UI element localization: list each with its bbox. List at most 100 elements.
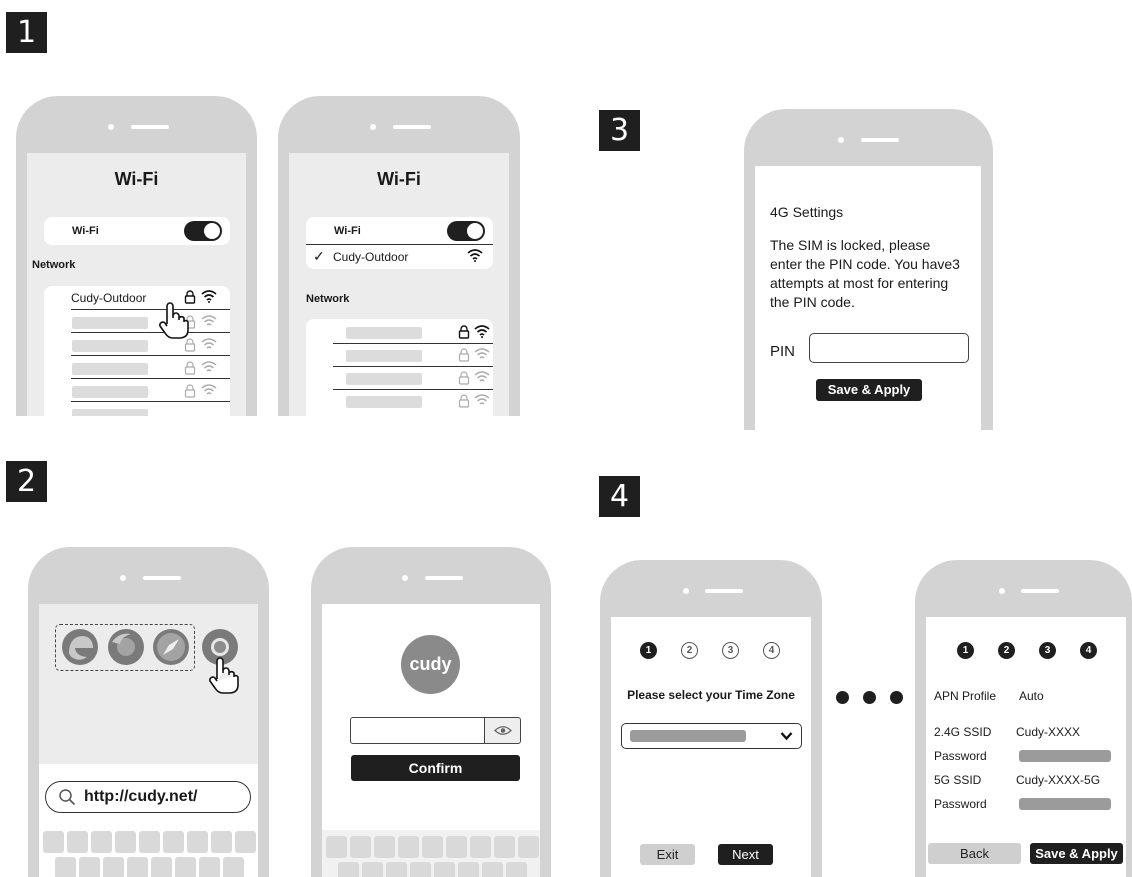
next-button[interactable]: Next (718, 844, 773, 865)
timezone-prompt: Please select your Time Zone (627, 688, 795, 702)
phone-screen: Wi-Fi Wi-Fi Network Cudy-Outdoor (27, 153, 246, 416)
lock-icon (458, 394, 470, 408)
ssid-24g-label: 2.4G SSID (934, 725, 992, 739)
password-24g-label: Password (934, 749, 987, 763)
network-header: Network (32, 259, 76, 271)
phone-wifi-select: Wi-Fi Wi-Fi Network Cudy-Outdoor (16, 96, 257, 416)
keyboard-area (322, 830, 540, 877)
show-password-toggle[interactable] (484, 717, 521, 744)
pin-label: PIN (770, 343, 796, 360)
screen-title: Wi-Fi (377, 169, 421, 189)
phone-screen: 1 2 3 4 APN Profile Auto 2.4G SSID Cudy-… (926, 617, 1126, 877)
phone-speaker-bar (1021, 589, 1059, 593)
phone-speaker-dot (370, 124, 376, 130)
exit-button[interactable]: Exit (640, 844, 695, 865)
phone-speaker-dot (683, 588, 689, 594)
pointer-hand-icon (159, 302, 189, 339)
phone-speaker-dot (120, 575, 126, 581)
wifi-toggle-card: Wi-Fi (44, 217, 230, 245)
wifi-toggle[interactable] (184, 221, 222, 241)
network-item-cudy-outdoor[interactable]: Cudy-Outdoor (44, 286, 230, 310)
phone-4g-settings: 4G Settings The SIM is locked, please en… (744, 109, 993, 430)
lock-icon (458, 371, 470, 385)
network-header: Network (306, 293, 350, 305)
wizard-step-1: 1 (957, 642, 974, 659)
phone-cudy-login: cudy Confirm (311, 547, 551, 877)
lock-icon (458, 325, 470, 339)
wifi-icon (201, 315, 217, 326)
back-button[interactable]: Back (928, 843, 1021, 864)
wizard-step-3: 3 (722, 642, 739, 659)
wifi-icon (201, 361, 217, 372)
save-apply-button[interactable]: Save & Apply (816, 379, 922, 401)
apn-profile-value: Auto (1019, 689, 1044, 703)
wizard-step-3: 3 (1039, 642, 1056, 659)
wifi-icon (201, 384, 217, 395)
network-placeholder (346, 350, 422, 362)
password-5g-label: Password (934, 797, 987, 811)
phone-speaker-dot (108, 124, 114, 130)
phone-speaker-bar (131, 125, 169, 129)
pin-input[interactable] (809, 333, 969, 363)
network-placeholder (72, 317, 148, 329)
lock-icon (184, 361, 196, 375)
network-placeholder (72, 386, 148, 398)
network-name: Cudy-Outdoor (71, 291, 147, 305)
timezone-select[interactable] (621, 723, 802, 749)
chevron-down-icon (780, 732, 793, 741)
network-list (306, 319, 493, 416)
wizard-step-4: 4 (763, 642, 780, 659)
timezone-value-placeholder (630, 730, 746, 742)
wifi-icon (467, 249, 483, 262)
phone-browser: http://cudy.net/ (28, 547, 269, 877)
wizard-step-4: 4 (1080, 642, 1097, 659)
phone-speaker-bar (861, 138, 899, 142)
network-placeholder (346, 373, 422, 385)
screen-title: Wi-Fi (114, 169, 159, 189)
phone-wizard-summary: 1 2 3 4 APN Profile Auto 2.4G SSID Cudy-… (915, 560, 1132, 877)
phone-speaker-bar (425, 576, 463, 580)
wifi-icon (474, 394, 490, 405)
phone-speaker-bar (393, 125, 431, 129)
wifi-icon (201, 290, 217, 303)
ssid-5g-label: 5G SSID (934, 773, 982, 787)
step-number-2: 2 (6, 461, 47, 502)
search-icon (59, 789, 76, 806)
network-list: Cudy-Outdoor (44, 286, 230, 416)
edge-browser-icon[interactable] (61, 628, 99, 666)
ssid-5g-value: Cudy-XXXX-5G (1016, 773, 1101, 787)
wifi-label: Wi-Fi (334, 225, 361, 237)
confirm-button[interactable]: Confirm (351, 755, 520, 781)
ellipsis-dots (836, 691, 904, 705)
eye-icon (494, 726, 512, 735)
phone-speaker-dot (999, 588, 1005, 594)
keyboard-area: http://cudy.net/ (39, 764, 258, 877)
wifi-status-card: Wi-Fi ✓ Cudy-Outdoor (306, 217, 493, 269)
phone-speaker-dot (838, 137, 844, 143)
wifi-icon (474, 371, 490, 382)
network-placeholder (346, 327, 422, 339)
wizard-step-2: 2 (681, 642, 698, 659)
password-24g-value-placeholder (1019, 750, 1111, 762)
safari-browser-icon[interactable] (152, 628, 190, 666)
wifi-icon (474, 348, 490, 359)
wizard-step-1: 1 (640, 642, 657, 659)
firefox-browser-icon[interactable] (107, 628, 145, 666)
network-placeholder (72, 409, 148, 416)
phone-screen: 4G Settings The SIM is locked, please en… (755, 166, 981, 430)
ssid-24g-value: Cudy-XXXX (1016, 725, 1081, 739)
step-number-4: 4 (599, 476, 640, 517)
phone-speaker-bar (143, 576, 181, 580)
phone-speaker-bar (705, 589, 743, 593)
phone-screen: 1 2 3 4 Please select your Time Zone Exi… (611, 617, 811, 877)
wifi-toggle[interactable] (447, 221, 485, 241)
connected-network-name: Cudy-Outdoor (333, 250, 409, 264)
save-apply-button[interactable]: Save & Apply (1030, 843, 1123, 864)
phone-screen: http://cudy.net/ (39, 604, 258, 877)
network-placeholder (72, 340, 148, 352)
lock-icon (458, 348, 470, 362)
apn-profile-label: APN Profile (934, 689, 997, 703)
network-placeholder (72, 363, 148, 375)
lock-icon (184, 384, 196, 398)
url-bar[interactable]: http://cudy.net/ (45, 781, 251, 813)
